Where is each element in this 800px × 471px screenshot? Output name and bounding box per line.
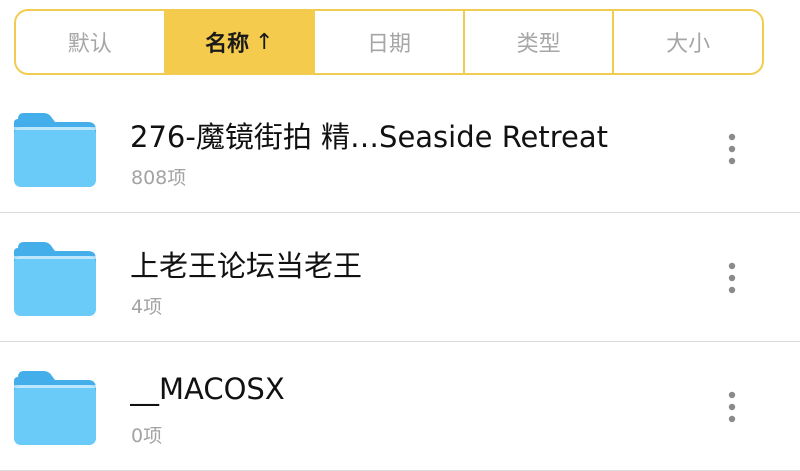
- sort-ascending-arrow-icon: ↑: [255, 29, 274, 55]
- file-name: __MACOSX: [130, 372, 285, 406]
- list-item[interactable]: 276-魔镜街拍 精…Seaside Retreat 808项: [0, 84, 800, 213]
- more-options-button[interactable]: [720, 260, 744, 296]
- sort-tab-label: 名称: [205, 32, 250, 57]
- folder-icon: [14, 113, 96, 187]
- sort-tab-label: 日期: [366, 32, 411, 57]
- more-options-button[interactable]: [720, 131, 744, 167]
- sort-tab-label: 大小: [666, 32, 711, 57]
- sort-tab-label: 默认: [67, 32, 112, 57]
- sort-tab-date[interactable]: 日期: [315, 11, 465, 73]
- list-item[interactable]: __MACOSX 0项: [0, 342, 800, 471]
- file-list: 276-魔镜街拍 精…Seaside Retreat 808项 上老王论坛当老王…: [0, 84, 800, 471]
- file-name: 276-魔镜街拍 精…Seaside Retreat: [130, 120, 609, 154]
- sort-tab-type[interactable]: 类型: [465, 11, 615, 73]
- sort-tab-default[interactable]: 默认: [16, 11, 166, 73]
- file-item-count: 0项: [131, 425, 163, 447]
- sort-tab-label: 类型: [516, 32, 561, 57]
- more-vertical-icon: [728, 133, 736, 165]
- folder-icon: [14, 371, 96, 445]
- sort-tab-name[interactable]: 名称 ↑: [165, 11, 316, 73]
- folder-icon: [14, 242, 96, 316]
- file-item-count: 808项: [131, 167, 187, 189]
- file-name: 上老王论坛当老王: [130, 249, 363, 283]
- more-vertical-icon: [728, 262, 736, 294]
- more-vertical-icon: [728, 391, 736, 423]
- file-item-count: 4项: [131, 296, 163, 318]
- sort-segmented-control: 默认 名称 ↑ 日期 类型 大小: [14, 9, 764, 75]
- sort-tab-size[interactable]: 大小: [614, 11, 762, 73]
- more-options-button[interactable]: [720, 389, 744, 425]
- list-item[interactable]: 上老王论坛当老王 4项: [0, 213, 800, 342]
